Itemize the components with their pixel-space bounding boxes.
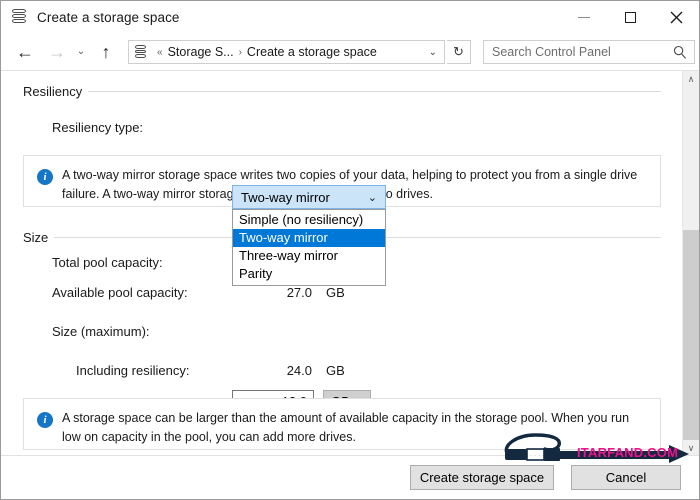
back-icon[interactable]: ← — [12, 39, 38, 65]
vertical-scrollbar[interactable]: ∧ ∨ — [682, 71, 699, 457]
size-maximum-label: Size (maximum): — [52, 324, 150, 339]
navigation-bar: ← → ⌄ ↑ « Storage S... › Create a storag… — [1, 34, 699, 71]
dialog-content: Resiliency Resiliency type: Two-way mirr… — [1, 71, 682, 457]
size-info-box: i A storage space can be larger than the… — [23, 398, 661, 450]
up-icon[interactable]: ↑ — [93, 39, 119, 65]
available-pool-capacity-label: Available pool capacity: — [52, 285, 188, 300]
total-pool-capacity-label: Total pool capacity: — [52, 255, 163, 270]
resiliency-group-header: Resiliency — [23, 83, 661, 99]
including-resiliency-value: 24.0 — [237, 363, 312, 378]
available-pool-capacity-unit: GB — [326, 285, 345, 300]
dropdown-option-two-way-mirror[interactable]: Two-way mirror — [233, 229, 385, 247]
breadcrumb-chevron-down-icon[interactable]: ⌄ — [429, 47, 437, 58]
dropdown-option-simple[interactable]: Simple (no resiliency) — [233, 211, 385, 229]
resiliency-group-title: Resiliency — [23, 84, 88, 99]
storage-stack-icon — [12, 9, 28, 27]
search-placeholder: Search Control Panel — [492, 45, 611, 59]
resiliency-type-combo-value: Two-way mirror — [241, 190, 330, 205]
breadcrumb-prefix: « — [157, 47, 163, 58]
including-resiliency-unit: GB — [326, 363, 345, 378]
size-info-text: A storage space can be larger than the a… — [62, 409, 648, 447]
window-title: Create a storage space — [37, 10, 180, 25]
maximize-button[interactable] — [607, 1, 653, 34]
create-storage-space-window: Create a storage space ← → ⌄ ↑ « Storage… — [0, 0, 700, 500]
search-input[interactable]: Search Control Panel — [483, 40, 695, 64]
window-controls — [561, 1, 699, 34]
breadcrumb[interactable]: « Storage S... › Create a storage space … — [128, 40, 445, 64]
scrollbar-thumb[interactable] — [683, 88, 699, 230]
info-icon: i — [37, 169, 53, 185]
chevron-down-icon: ⌄ — [368, 191, 377, 204]
breadcrumb-storage-icon — [135, 45, 147, 60]
available-pool-capacity-value: 27.0 — [237, 285, 312, 300]
breadcrumb-segment-0[interactable]: Storage S... — [168, 45, 234, 59]
cancel-button[interactable]: Cancel — [571, 465, 681, 490]
recent-locations-icon[interactable]: ⌄ — [72, 39, 90, 65]
scroll-up-icon[interactable]: ∧ — [683, 71, 699, 88]
dialog-footer: Create storage space Cancel — [1, 455, 699, 499]
including-resiliency-label: Including resiliency: — [76, 363, 189, 378]
create-storage-space-button[interactable]: Create storage space — [410, 465, 554, 490]
search-icon — [673, 45, 687, 65]
resiliency-type-label: Resiliency type: — [52, 120, 143, 135]
breadcrumb-separator: › — [239, 47, 242, 58]
forward-icon: → — [44, 39, 70, 65]
info-icon: i — [37, 412, 53, 428]
dropdown-option-three-way-mirror[interactable]: Three-way mirror — [233, 247, 385, 265]
close-icon[interactable] — [653, 1, 699, 34]
resiliency-type-dropdown-list[interactable]: Simple (no resiliency) Two-way mirror Th… — [232, 209, 386, 286]
refresh-icon[interactable]: ↻ — [447, 40, 471, 64]
dropdown-option-parity[interactable]: Parity — [233, 265, 385, 283]
resiliency-type-combo[interactable]: Two-way mirror ⌄ — [232, 185, 386, 209]
minimize-button[interactable] — [561, 1, 607, 34]
scrollbar-track[interactable] — [683, 88, 699, 440]
breadcrumb-segment-1[interactable]: Create a storage space — [247, 45, 377, 59]
size-group-title: Size — [23, 230, 54, 245]
title-bar: Create a storage space — [1, 1, 699, 34]
